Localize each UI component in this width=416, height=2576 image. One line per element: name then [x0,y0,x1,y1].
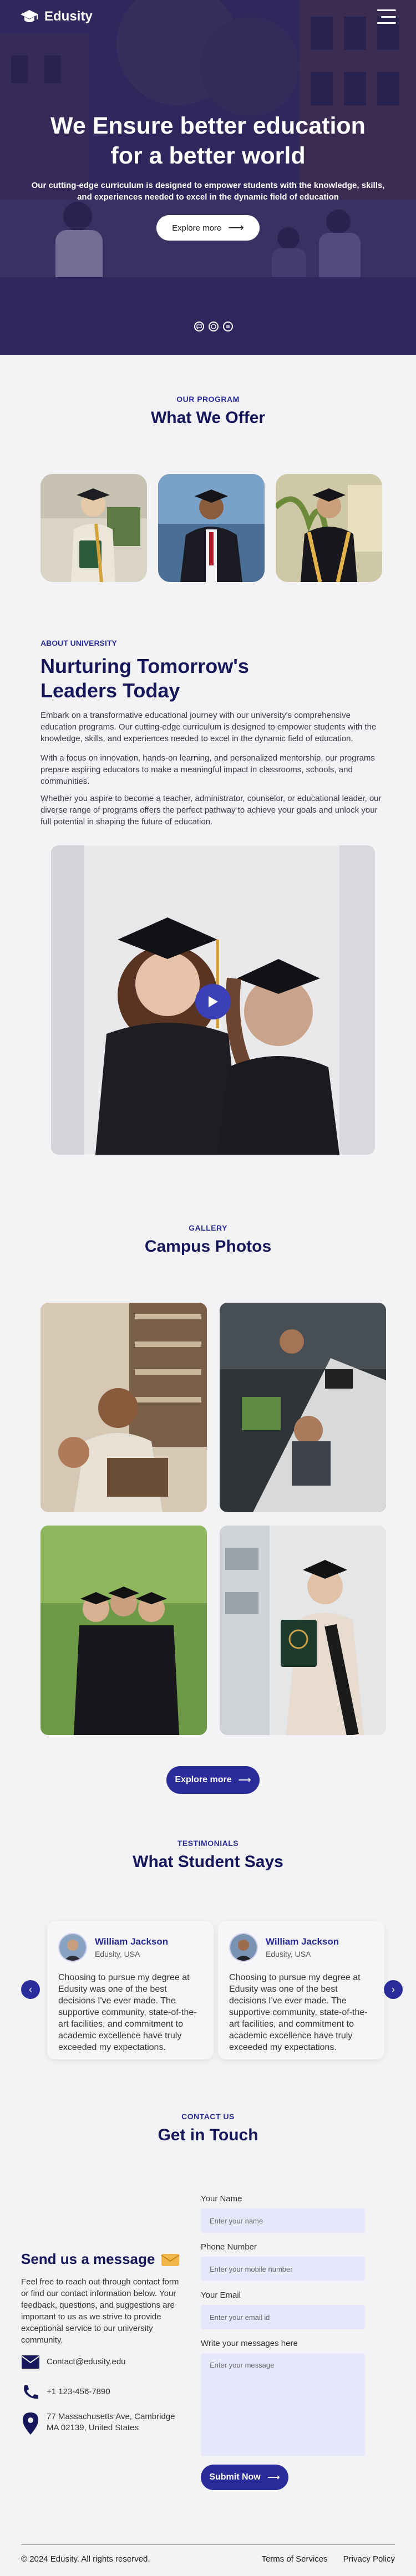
footer-link-privacy[interactable]: Privacy Policy [343,2554,395,2564]
gallery-tag: GALLERY [189,1223,227,1232]
contact-phone[interactable]: +1 123-456-7890 [21,2384,110,2400]
about-paragraph-1: Embark on a transformative educational j… [40,711,377,743]
contact-address[interactable]: 77 Massachusetts Ave, Cambridge MA 02139… [21,2411,185,2436]
footer-copyright: © 2024 Edusity. All rights reserved. [21,2554,150,2564]
testimonial-header: William Jackson Edusity, USA [58,1933,202,1962]
hero-explore-button-label: Explore more [172,223,222,233]
play-video-button[interactable] [195,984,231,1019]
name-label: Your Name [201,2194,242,2203]
footer-link-terms[interactable]: Terms of Services [261,2554,327,2564]
program-image-2[interactable] [158,474,265,582]
page: Edusity We Ensure better education for a… [0,0,416,2576]
message-field[interactable] [201,2353,365,2456]
testimonial-prev-button[interactable]: ‹ [21,1980,40,1999]
contact-tag: CONTACT US [181,2112,235,2121]
phone-icon [24,2385,38,2399]
hero-title: We Ensure better education for a better … [50,113,366,169]
gallery-photo-3[interactable] [40,1526,207,1735]
phone-label: Phone Number [201,2242,257,2252]
arrow-right-icon: ⟶ [228,222,244,234]
testimonial-name: William Jackson [95,1936,169,1947]
gallery-photo-1[interactable] [40,1303,207,1512]
gallery-photo-2[interactable] [220,1303,386,1512]
email-label: Your Email [201,2291,241,2300]
globe-icon[interactable] [209,322,219,331]
gallery-explore-button-label: Explore more [175,1775,232,1784]
testimonial-location: Edusity, USA [95,1950,140,1958]
envelope-icon [161,2253,180,2266]
testimonial-header: William Jackson Edusity, USA [229,1933,373,1962]
submit-button-label: Submit Now [209,2472,261,2482]
list-icon[interactable] [223,322,233,331]
chevron-left-icon: ‹ [29,1983,32,1995]
contact-email[interactable]: Contact@edusity.edu [21,2355,126,2369]
brand-logo[interactable]: Edusity [20,8,93,25]
program-tag: OUR PROGRAM [176,395,240,404]
hero-subtitle: Our cutting-edge curriculum is designed … [31,181,385,202]
phone-field[interactable] [201,2257,365,2281]
testimonials-title: What Student Says [133,1853,283,1871]
testimonial-card: William Jackson Edusity, USA Choosing to… [47,1921,214,2059]
footer-divider [21,2544,395,2545]
testimonial-location: Edusity, USA [266,1950,311,1958]
testimonial-card: William Jackson Edusity, USA Choosing to… [218,1921,384,2059]
hero-icon-row [194,322,233,331]
contact-side-text: Feel free to reach out through contact f… [21,2277,179,2345]
hero-section: Edusity We Ensure better education for a… [0,0,416,355]
submit-button[interactable]: Submit Now ⟶ [201,2465,288,2490]
message-label: Write your messages here [201,2339,298,2348]
about-tag: ABOUT UNIVERSITY [40,639,117,647]
contact-side-title-text: Send us a message [21,2251,155,2267]
gallery-title: Campus Photos [144,1237,272,1256]
program-title: What We Offer [150,409,266,427]
arrow-right-icon: ⟶ [267,2473,280,2482]
contact-email-text: Contact@edusity.edu [47,2357,126,2366]
testimonial-text: Choosing to pursue my degree at Edusity … [58,1973,197,2052]
footer-links: Terms of Services Privacy Policy [261,2554,395,2564]
mail-icon [22,2355,39,2369]
chevron-right-icon: › [392,1983,395,1995]
about-title: Nurturing Tomorrow's Leaders Today [40,655,249,702]
program-image-3[interactable] [276,474,382,582]
testimonials-tag: TESTIMONIALS [177,1839,239,1848]
graduation-cap-icon [21,10,38,22]
about-paragraph-2: With a focus on innovation, hands-on lea… [40,753,375,786]
navbar: Edusity [0,0,416,33]
contact-address-text: 77 Massachusetts Ave, Cambridge MA 02139… [47,2412,175,2432]
hero-explore-button[interactable]: Explore more ⟶ [156,215,260,241]
play-icon [209,996,218,1007]
email-field[interactable] [201,2305,365,2329]
arrow-right-icon: ⟶ [238,1776,251,1785]
gallery-photo-4[interactable] [220,1526,386,1735]
testimonial-next-button[interactable]: › [384,1980,403,1999]
about-paragraph-3: Whether you aspire to become a teacher, … [40,794,382,827]
testimonial-text: Choosing to pursue my degree at Edusity … [229,1973,368,2052]
avatar [229,1933,258,1962]
menu-icon[interactable] [377,9,396,24]
avatar [58,1933,87,1962]
brand-name: Edusity [44,9,93,24]
name-field[interactable] [201,2208,365,2233]
location-pin-icon [23,2412,38,2435]
contact-side-title: Send us a message [21,2251,180,2268]
about-video-thumbnail[interactable] [51,845,375,1155]
program-image-1[interactable] [40,474,147,582]
contact-title: Get in Touch [158,2126,258,2144]
testimonial-name: William Jackson [266,1936,339,1947]
gallery-explore-button[interactable]: Explore more ⟶ [166,1766,260,1794]
hero-content: We Ensure better education for a better … [0,111,416,241]
chat-icon[interactable] [194,322,204,331]
contact-phone-text: +1 123-456-7890 [47,2387,110,2396]
